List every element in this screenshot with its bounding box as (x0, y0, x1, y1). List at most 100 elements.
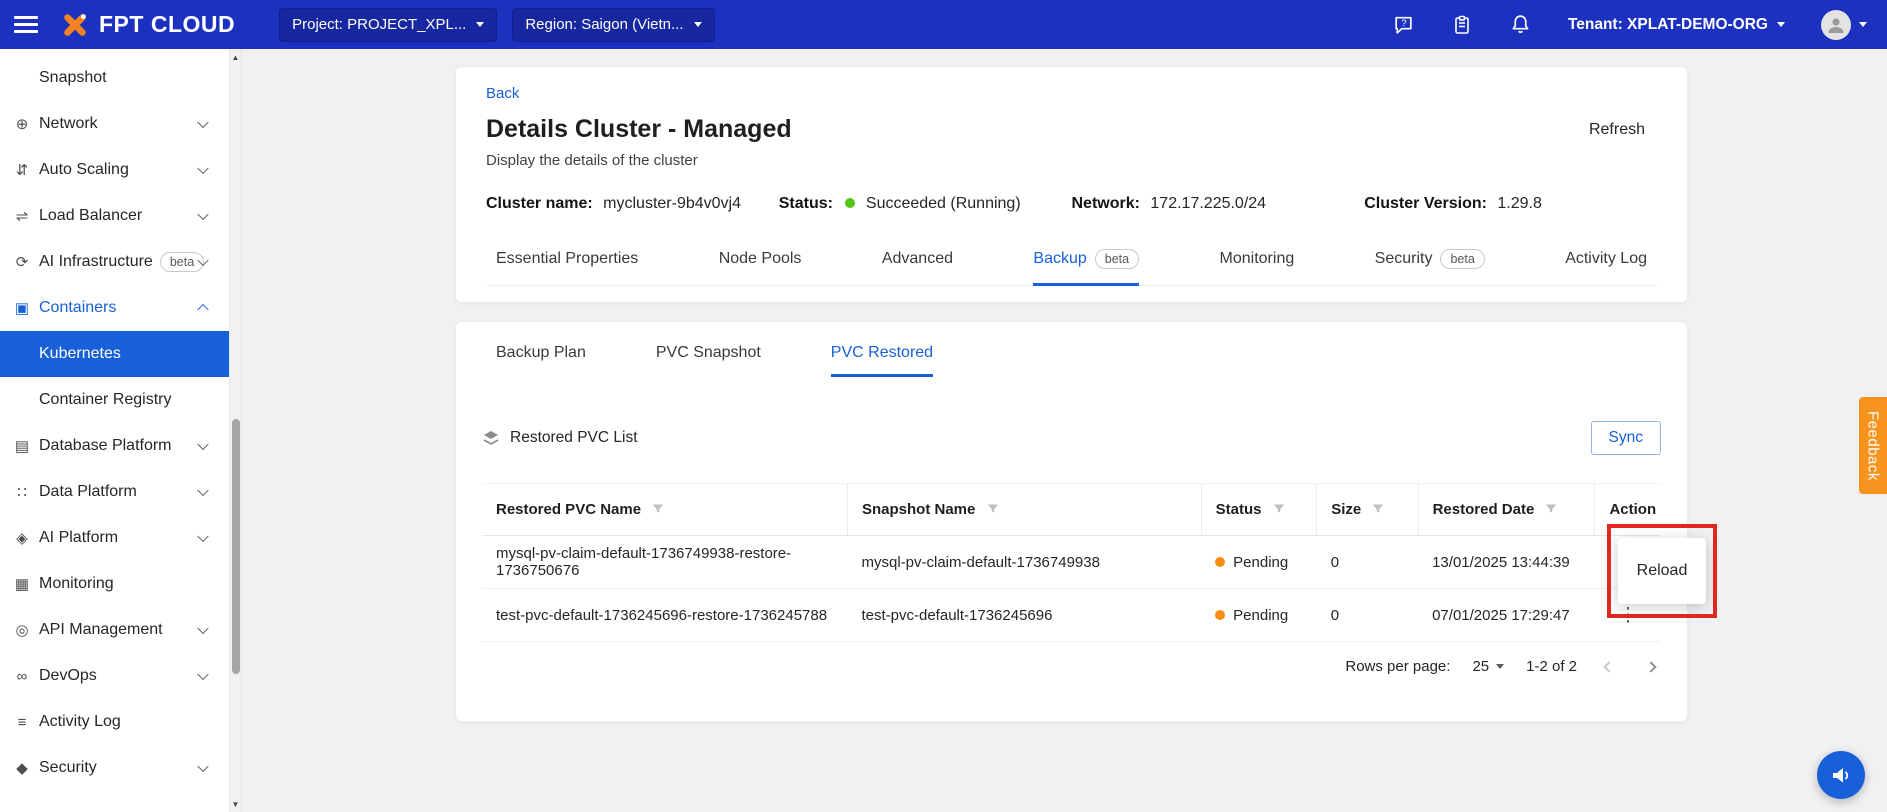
svg-text:?: ? (1401, 17, 1406, 28)
column-header-restored-date[interactable]: Restored Date (1418, 484, 1595, 536)
info-value: mycluster-9b4v0vj4 (603, 195, 741, 212)
chevron-down-icon (1777, 22, 1785, 27)
sidebar-item-label: Activity Log (39, 713, 121, 731)
tab-label: Security (1375, 250, 1433, 268)
status-pending-dot (1215, 610, 1225, 620)
tab-essential-properties[interactable]: Essential Properties (496, 249, 638, 286)
tab-label: Node Pools (719, 250, 802, 268)
sidebar-item-kubernetes[interactable]: Kubernetes (0, 331, 229, 377)
chevron-up-icon (197, 304, 208, 315)
sidebar-item-label: AI Infrastructure (39, 253, 153, 271)
sidebar-item-ai-infrastructure[interactable]: ⟳ AI Infrastructure beta (0, 239, 229, 285)
sidebar-item-label: Containers (39, 299, 116, 317)
reload-menu-item[interactable]: Reload (1637, 562, 1688, 580)
beta-badge: beta (1095, 249, 1139, 269)
feedback-tab[interactable]: Feedback (1859, 397, 1887, 494)
tab-node-pools[interactable]: Node Pools (719, 249, 802, 286)
tab-monitoring[interactable]: Monitoring (1220, 249, 1295, 286)
announcement-fab[interactable] (1817, 751, 1865, 799)
row-actions-button[interactable]: ⋮ (1612, 605, 1643, 626)
tenant-label: Tenant: XPLAT-DEMO-ORG (1568, 16, 1768, 34)
column-header-size[interactable]: Size (1317, 484, 1418, 536)
sidebar-item-label: Network (39, 115, 98, 133)
sidebar-item-label: DevOps (39, 667, 97, 685)
network-icon: ⊕ (12, 115, 32, 133)
pagination: Rows per page: 25 1-2 of 2 (482, 656, 1661, 677)
scroll-up-icon[interactable]: ▲ (230, 53, 241, 62)
restored-pvc-list-title: Restored PVC List (482, 429, 638, 447)
next-page-button[interactable] (1641, 656, 1661, 677)
prev-page-button[interactable] (1599, 656, 1619, 677)
pvc-name-cell: test-pvc-default-1736245696-restore-1736… (482, 589, 847, 642)
info-label: Cluster name: (486, 195, 593, 212)
database-platform-icon: ▤ (12, 437, 32, 455)
sync-button[interactable]: Sync (1591, 421, 1661, 455)
sidebar-item-label: Data Platform (39, 483, 137, 501)
sidebar-item-containers[interactable]: ▣ Containers (0, 285, 229, 331)
ai-platform-icon: ◈ (12, 529, 32, 547)
sidebar-item-container-registry[interactable]: Container Registry (0, 377, 229, 423)
tab-activity-log[interactable]: Activity Log (1565, 249, 1647, 286)
security-icon: ◆ (12, 759, 32, 777)
sidebar-item-activity-log[interactable]: ≡ Activity Log (0, 699, 229, 745)
column-header-action: Action (1595, 484, 1661, 536)
column-header-restored-pvc-name[interactable]: Restored PVC Name (482, 484, 847, 536)
chevron-right-icon (1645, 661, 1656, 672)
tab-backup[interactable]: Backup beta (1033, 249, 1139, 286)
sidebar-item-database-platform[interactable]: ▤ Database Platform (0, 423, 229, 469)
back-link[interactable]: Back (486, 85, 519, 102)
region-selector[interactable]: Region: Saigon (Vietn... (512, 8, 714, 42)
brand-text: FPT CLOUD (99, 11, 235, 38)
containers-icon: ▣ (12, 299, 32, 317)
info-value: Succeeded (Running) (866, 195, 1021, 212)
column-header-snapshot-name[interactable]: Snapshot Name (847, 484, 1201, 536)
clipboard-icon[interactable] (1451, 14, 1473, 36)
layers-icon (482, 429, 500, 447)
project-selector[interactable]: Project: PROJECT_XPL... (279, 8, 497, 42)
chevron-down-icon (1496, 664, 1504, 669)
size-cell: 0 (1317, 589, 1418, 642)
brand-logo[interactable]: FPT CLOUD (60, 10, 235, 40)
project-selector-label: Project: PROJECT_XPL... (292, 16, 466, 33)
page-title: Details Cluster - Managed (486, 115, 792, 144)
sidebar-item-auto-scaling[interactable]: ⇵ Auto Scaling (0, 147, 229, 193)
sidebar-item-security[interactable]: ◆ Security (0, 745, 229, 791)
sidebar-item-snapshot[interactable]: Snapshot (0, 55, 229, 101)
column-header-status[interactable]: Status (1201, 484, 1317, 536)
bell-icon[interactable] (1509, 13, 1532, 36)
chevron-down-icon (197, 485, 208, 496)
info-label: Status: (779, 195, 833, 212)
tab-backup-plan[interactable]: Backup Plan (496, 344, 586, 377)
chevron-down-icon (197, 209, 208, 220)
tab-security[interactable]: Security beta (1375, 249, 1485, 286)
sidebar-item-api-management[interactable]: ◎ API Management (0, 607, 229, 653)
restored-date-cell: 13/01/2025 13:44:39 (1418, 536, 1595, 589)
sidebar-item-label: Kubernetes (39, 345, 121, 363)
sidebar-item-ai-platform[interactable]: ◈ AI Platform (0, 515, 229, 561)
sidebar-item-devops[interactable]: ∞ DevOps (0, 653, 229, 699)
region-selector-label: Region: Saigon (Vietn... (525, 16, 683, 33)
tab-advanced[interactable]: Advanced (882, 249, 953, 286)
scrollbar-thumb[interactable] (232, 419, 240, 674)
sidebar-item-data-platform[interactable]: ∷ Data Platform (0, 469, 229, 515)
tab-label: Monitoring (1220, 250, 1295, 268)
sidebar-item-label: Load Balancer (39, 207, 142, 225)
scroll-down-icon[interactable]: ▼ (230, 800, 241, 809)
info-value: 172.17.225.0/24 (1150, 195, 1266, 212)
sidebar-scrollbar[interactable]: ▲ ▼ (229, 49, 242, 812)
refresh-button[interactable]: Refresh (1589, 121, 1645, 139)
tenant-selector[interactable]: Tenant: XPLAT-DEMO-ORG (1568, 16, 1785, 34)
sidebar-item-network[interactable]: ⊕ Network (0, 101, 229, 147)
info-value: 1.29.8 (1497, 195, 1541, 212)
chevron-left-icon (1603, 661, 1614, 672)
support-chat-icon[interactable]: ? (1392, 13, 1415, 36)
rows-per-page-select[interactable]: 25 (1472, 658, 1504, 675)
tab-pvc-snapshot[interactable]: PVC Snapshot (656, 344, 761, 377)
menu-toggle-button[interactable] (14, 16, 38, 33)
user-menu[interactable] (1821, 10, 1867, 40)
tab-pvc-restored[interactable]: PVC Restored (831, 344, 933, 377)
beta-badge: beta (160, 252, 204, 272)
sidebar-item-monitoring[interactable]: ▦ Monitoring (0, 561, 229, 607)
sidebar-item-label: API Management (39, 621, 163, 639)
sidebar-item-load-balancer[interactable]: ⇌ Load Balancer (0, 193, 229, 239)
